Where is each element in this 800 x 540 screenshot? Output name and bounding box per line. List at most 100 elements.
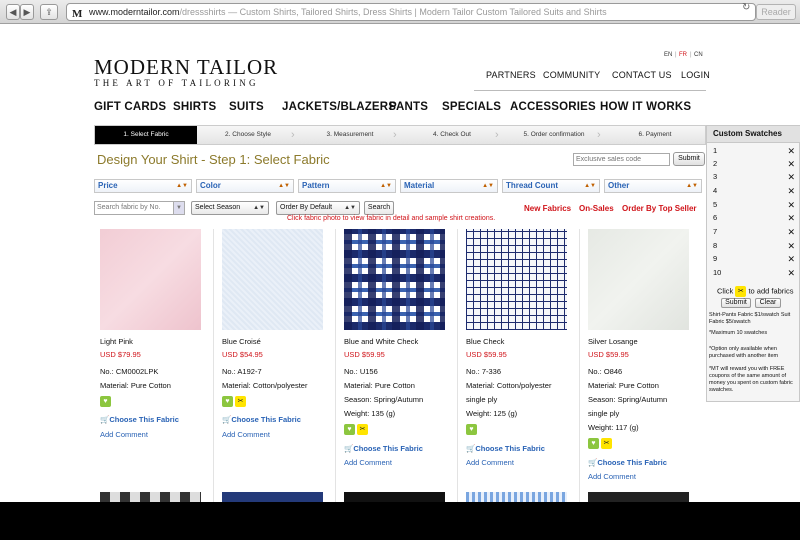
fabric-image[interactable] [344,492,445,502]
nav-accessories[interactable]: ACCESSORIES [510,101,596,113]
contact-us-link[interactable]: CONTACT US [612,70,672,80]
nav-how-it-works[interactable]: HOW IT WORKS [600,101,691,113]
add-comment-link[interactable]: Add Comment [344,458,392,467]
nav-specials[interactable]: SPECIALS [442,101,501,113]
add-comment-link[interactable]: Add Comment [588,472,636,481]
lang-cn[interactable]: CN [694,52,703,58]
remove-icon[interactable]: ✕ [787,226,795,238]
product-weight: Weight: 125 (g) [466,409,518,418]
forward-icon[interactable]: ▶ [20,4,34,20]
swatch-slot: 6 ✕ [713,212,797,224]
dropdown-arrow-icon: ▲▼ [253,205,265,211]
lang-en[interactable]: EN [664,52,672,58]
fabric-image[interactable] [344,229,445,330]
choose-fabric-label: Choose This Fabric [353,444,423,453]
swatch-slot-number: 3 [713,172,718,181]
lang-fr[interactable]: FR [679,52,687,58]
fabric-image[interactable] [100,492,201,502]
order-select[interactable]: Order By Default ▲▼ [276,201,360,215]
swatch-slot: 3 ✕ [713,171,797,183]
heart-icon[interactable]: ♥ [222,396,233,407]
step-choose-style[interactable]: 2. Choose Style [197,126,299,144]
heart-icon[interactable]: ♥ [588,438,599,449]
fabric-image[interactable] [588,492,689,502]
swatch-slot: 7 ✕ [713,226,797,238]
reader-button[interactable]: Reader [756,4,796,20]
fabric-number-search[interactable]: Search fabric by No. ▼ [94,201,185,215]
remove-icon[interactable]: ✕ [787,240,795,252]
new-fabrics-link[interactable]: New Fabrics [524,204,571,213]
step-check-out[interactable]: 4. Check Out [401,126,503,144]
on-sales-link[interactable]: On-Sales [579,204,614,213]
reload-icon[interactable]: ↻ [742,2,750,13]
fabric-image[interactable] [588,229,689,330]
fabric-image[interactable] [466,229,567,330]
remove-icon[interactable]: ✕ [787,253,795,265]
choose-fabric-link[interactable]: 🛒Choose This Fabric [344,444,423,453]
community-link[interactable]: COMMUNITY [543,70,600,80]
filter-label: Thread Count [506,181,558,190]
site-logo[interactable]: MODERN TAILOR THE ART OF TAILORING [94,57,278,89]
remove-icon[interactable]: ✕ [787,267,795,279]
chevron-down-icon[interactable]: ▼ [173,202,184,214]
filter-color[interactable]: Color ▲▼ [196,179,294,193]
choose-fabric-link[interactable]: 🛒Choose This Fabric [466,444,545,453]
back-icon[interactable]: ◀ [6,4,20,20]
step-payment[interactable]: 6. Payment [605,126,705,144]
share-icon[interactable]: ⇪ [40,4,58,20]
remove-icon[interactable]: ✕ [787,185,795,197]
add-comment-link[interactable]: Add Comment [222,430,270,439]
add-comment-link[interactable]: Add Comment [466,458,514,467]
choose-fabric-link[interactable]: 🛒Choose This Fabric [588,458,667,467]
scissors-icon[interactable]: ✂ [235,396,246,407]
remove-icon[interactable]: ✕ [787,212,795,224]
address-bar[interactable]: M www.moderntailor.com/dressshirts — Cus… [66,3,756,21]
product-card: Light Pink USD $79.95 No.: CM0002LPK Mat… [100,229,215,439]
fabric-image[interactable] [222,492,323,502]
choose-fabric-link[interactable]: 🛒Choose This Fabric [222,415,301,424]
fabric-image[interactable] [466,492,567,502]
sales-code-input[interactable] [573,153,670,166]
heart-icon[interactable]: ♥ [466,424,477,435]
swatch-clear-button[interactable]: Clear [755,298,781,308]
remove-icon[interactable]: ✕ [787,158,795,170]
nav-shirts[interactable]: SHIRTS [173,101,216,113]
product-card: Blue Check USD $59.95 No.: 7-336 Materia… [466,229,581,467]
step-measurement[interactable]: 3. Measurement [299,126,401,144]
search-button[interactable]: Search [364,201,394,215]
swatch-slot: 2 ✕ [713,158,797,170]
swatch-submit-button[interactable]: Submit [721,298,751,308]
filter-other[interactable]: Other ▲▼ [604,179,702,193]
product-name: Blue Check [466,337,505,346]
remove-icon[interactable]: ✕ [787,171,795,183]
nav-gift-cards[interactable]: GIFT CARDS [94,101,166,113]
site-favicon: M [72,8,83,20]
nav-jackets-blazers[interactable]: JACKETS/BLAZERS [282,101,396,113]
product-material: Material: Pure Cotton [588,381,659,390]
fabric-image[interactable] [100,229,201,330]
fabric-image[interactable] [222,229,323,330]
nav-suits[interactable]: SUITS [229,101,264,113]
filter-thread-count[interactable]: Thread Count ▲▼ [502,179,600,193]
step-select-fabric[interactable]: 1. Select Fabric [95,126,197,144]
cart-icon: 🛒 [466,444,476,453]
scissors-icon[interactable]: ✂ [357,424,368,435]
choose-fabric-link[interactable]: 🛒Choose This Fabric [100,415,179,424]
top-seller-link[interactable]: Order By Top Seller [622,204,697,213]
heart-icon[interactable]: ♥ [100,396,111,407]
season-select[interactable]: Select Season ▲▼ [191,201,269,215]
filter-price[interactable]: Price ▲▼ [94,179,192,193]
step-order-confirmation[interactable]: 5. Order confirmation [503,126,605,144]
filter-pattern[interactable]: Pattern ▲▼ [298,179,396,193]
login-link[interactable]: LOGIN [681,70,710,80]
partners-link[interactable]: PARTNERS [486,70,536,80]
filter-material[interactable]: Material ▲▼ [400,179,498,193]
remove-icon[interactable]: ✕ [787,145,795,157]
scissors-icon[interactable]: ✂ [601,438,612,449]
heart-icon[interactable]: ♥ [344,424,355,435]
sales-code-submit-button[interactable]: Submit [673,152,705,166]
add-comment-link[interactable]: Add Comment [100,430,148,439]
remove-icon[interactable]: ✕ [787,199,795,211]
nav-pants[interactable]: PANTS [389,101,428,113]
product-price: USD $54.95 [222,350,263,359]
